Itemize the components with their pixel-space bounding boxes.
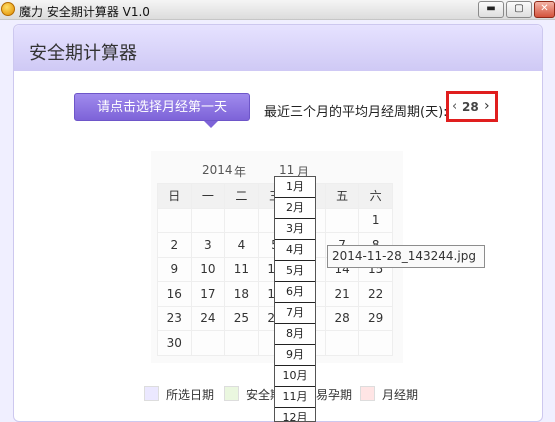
calendar-day[interactable]: 3: [190, 232, 226, 258]
calendar-day[interactable]: 21: [324, 281, 360, 307]
calendar-day[interactable]: 17: [190, 281, 226, 307]
weekday-label: 日: [157, 183, 192, 209]
calendar-day[interactable]: [224, 330, 259, 356]
legend-swatch-menstrual: [360, 386, 375, 401]
calendar-day[interactable]: 18: [224, 281, 259, 307]
weekday-label: 一: [190, 183, 226, 209]
weekday-label: 六: [358, 183, 393, 209]
month-option[interactable]: 9月: [275, 345, 315, 366]
calendar-year-suffix: 年: [234, 165, 247, 179]
calendar-day[interactable]: 10: [190, 256, 226, 282]
calendar-day[interactable]: 9: [157, 256, 192, 282]
legend-label-fertile: 易孕期: [316, 388, 353, 402]
calendar-day[interactable]: [190, 330, 226, 356]
callout-arrow-icon: [204, 121, 218, 128]
calendar-day[interactable]: [358, 330, 393, 356]
calendar-day[interactable]: 23: [157, 305, 192, 331]
calendar-day[interactable]: 25: [224, 305, 259, 331]
calendar-day[interactable]: 30: [157, 330, 192, 356]
month-option[interactable]: 3月: [275, 219, 315, 240]
calendar-day[interactable]: [157, 207, 192, 233]
page-title: 安全期计算器: [29, 43, 137, 64]
cycle-length-value: 28: [462, 100, 479, 114]
calendar-day[interactable]: 22: [358, 281, 393, 307]
minimize-button[interactable]: ▬: [478, 1, 504, 18]
month-option[interactable]: 11月: [275, 387, 315, 408]
month-option[interactable]: 1月: [275, 177, 315, 198]
app-logo-icon: [1, 2, 15, 16]
close-button[interactable]: ✕: [534, 1, 555, 18]
weekday-label: 五: [324, 183, 360, 209]
month-option[interactable]: 8月: [275, 324, 315, 345]
choose-period-start-button[interactable]: 请点击选择月经第一天: [74, 93, 250, 121]
file-tooltip: 2014-11-28_143244.jpg: [327, 245, 485, 268]
window-titlebar: 魔力 安全期计算器 V1.0 ▬ ▢ ✕: [0, 0, 555, 20]
calendar-day[interactable]: 28: [324, 305, 360, 331]
month-option[interactable]: 12月: [275, 408, 315, 421]
chevron-right-icon[interactable]: ›: [484, 98, 490, 114]
chevron-left-icon[interactable]: ‹: [452, 99, 457, 114]
legend-label-menstrual: 月经期: [382, 388, 419, 402]
legend: 所选日期 安全期 易孕期 月经期: [144, 383, 524, 405]
calendar-day[interactable]: 1: [358, 207, 393, 233]
month-option[interactable]: 6月: [275, 282, 315, 303]
month-option[interactable]: 5月: [275, 261, 315, 282]
maximize-button[interactable]: ▢: [506, 1, 532, 18]
calendar-day[interactable]: 2: [157, 232, 192, 258]
calendar-month[interactable]: 11: [279, 163, 294, 177]
calendar-day[interactable]: [324, 207, 360, 233]
month-option[interactable]: 10月: [275, 366, 315, 387]
month-option[interactable]: 4月: [275, 240, 315, 261]
calendar-header: 2014 年 11 月: [151, 151, 403, 179]
legend-swatch-selected: [144, 386, 159, 401]
calendar-day[interactable]: 16: [157, 281, 192, 307]
calendar-day[interactable]: [224, 207, 259, 233]
calendar-day[interactable]: 24: [190, 305, 226, 331]
calendar-day[interactable]: [190, 207, 226, 233]
month-dropdown[interactable]: 1月 2月 3月 4月 5月 6月 7月 8月 9月 10月 11月 12月: [274, 176, 316, 422]
legend-swatch-safe: [224, 386, 239, 401]
calendar-day[interactable]: 29: [358, 305, 393, 331]
calendar-day[interactable]: 4: [224, 232, 259, 258]
average-cycle-label: 最近三个月的平均月经周期(天):: [264, 105, 448, 120]
weekday-label: 二: [224, 183, 259, 209]
panel-header: 安全期计算器: [14, 25, 542, 71]
calendar-year[interactable]: 2014: [202, 163, 233, 177]
app-frame: 安全期计算器 请点击选择月经第一天 最近三个月的平均月经周期(天): ‹ 28 …: [0, 20, 555, 422]
month-option[interactable]: 7月: [275, 303, 315, 324]
legend-label-selected: 所选日期: [166, 388, 215, 402]
calendar-day[interactable]: 11: [224, 256, 259, 282]
calendar-day[interactable]: [324, 330, 360, 356]
cycle-length-stepper: ‹ 28 ›: [446, 91, 498, 122]
window-title: 魔力 安全期计算器 V1.0: [19, 5, 150, 19]
month-option[interactable]: 2月: [275, 198, 315, 219]
